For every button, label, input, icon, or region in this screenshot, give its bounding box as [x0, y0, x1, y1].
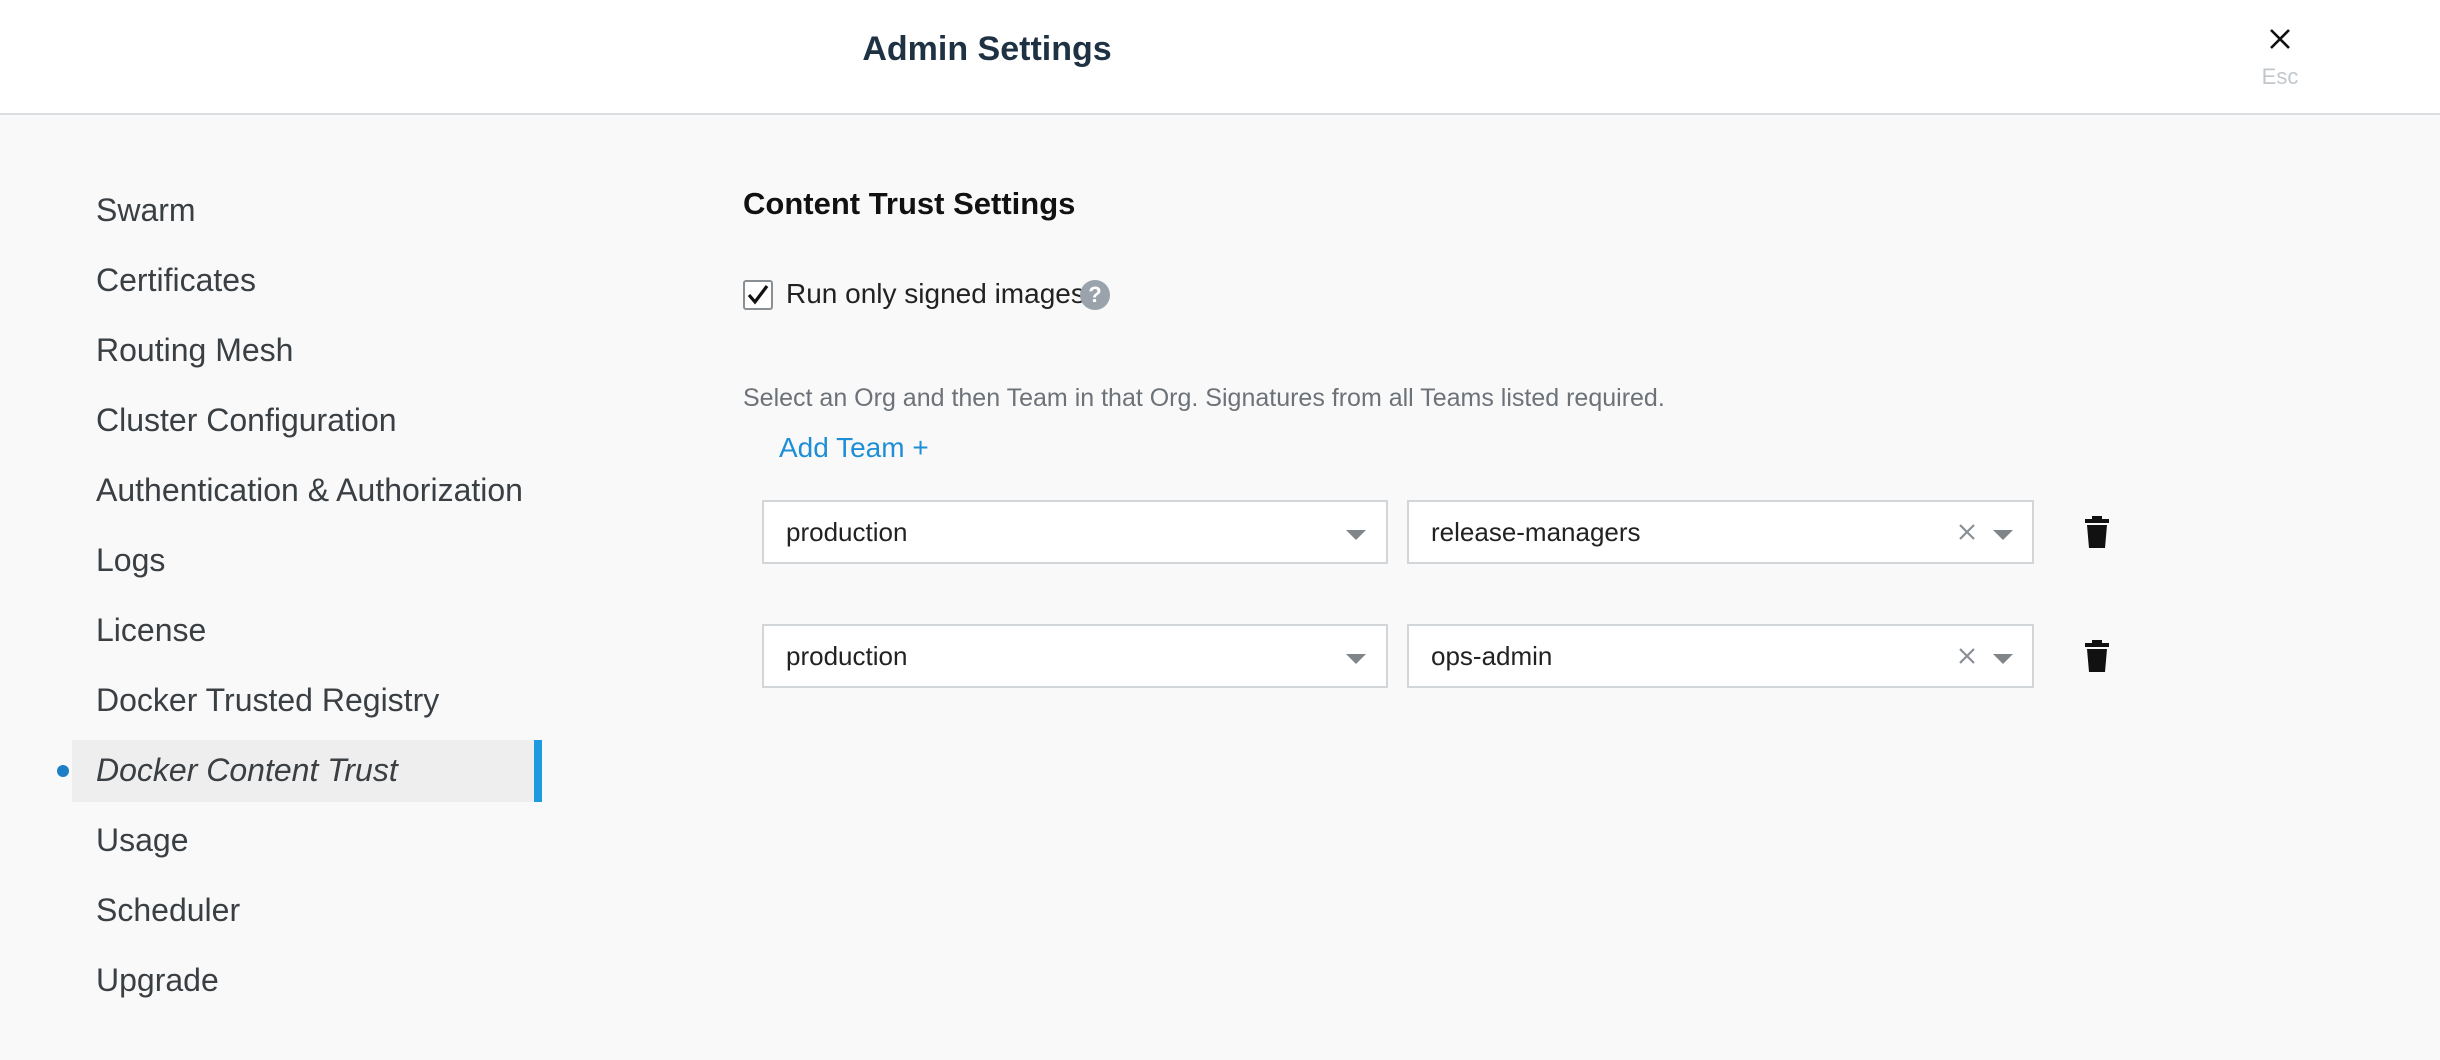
sidebar-item-label: Certificates [96, 262, 257, 298]
clear-icon[interactable] [1957, 522, 1977, 542]
chevron-down-icon [1993, 654, 2013, 664]
org-select[interactable]: production [762, 500, 1388, 564]
signed-images-checkbox[interactable] [743, 280, 773, 310]
sidebar-item-label: Docker Content Trust [96, 752, 398, 788]
clear-icon[interactable] [1957, 646, 1977, 666]
sidebar-item-label: Swarm [96, 192, 196, 228]
team-select[interactable]: release-managers [1407, 500, 2034, 564]
sidebar-item-swarm[interactable]: Swarm [72, 180, 538, 242]
sidebar-item-label: Cluster Configuration [96, 402, 397, 438]
sidebar-item-label: Authentication & Authorization [96, 472, 523, 508]
sidebar-item-label: Upgrade [96, 962, 219, 998]
chevron-down-icon [1993, 530, 2013, 540]
org-select-value: production [786, 517, 908, 547]
active-indicator-bar [534, 740, 542, 802]
sidebar-item-cluster-configuration[interactable]: Cluster Configuration [72, 390, 538, 452]
page-title: Admin Settings [862, 30, 1112, 68]
header: Admin Settings Esc [0, 0, 2440, 115]
team-select[interactable]: ops-admin [1407, 624, 2034, 688]
team-hint: Select an Org and then Team in that Org.… [743, 384, 1665, 412]
check-icon [747, 285, 769, 305]
team-select-value: ops-admin [1431, 641, 1553, 671]
sidebar-item-authentication-authorization[interactable]: Authentication & Authorization [72, 460, 538, 522]
add-team-button[interactable]: Add Team + [779, 432, 929, 464]
sidebar-item-usage[interactable]: Usage [72, 810, 538, 872]
sidebar-item-label: License [96, 612, 207, 648]
org-select[interactable]: production [762, 624, 1388, 688]
close-icon [2270, 29, 2290, 49]
org-select-value: production [786, 641, 908, 671]
section-title: Content Trust Settings [743, 186, 1076, 221]
sidebar-item-scheduler[interactable]: Scheduler [72, 880, 538, 942]
trash-icon[interactable] [2084, 640, 2110, 672]
signed-images-label: Run only signed images [786, 278, 1085, 309]
sidebar-item-certificates[interactable]: Certificates [72, 250, 538, 312]
sidebar-item-docker-trusted-registry[interactable]: Docker Trusted Registry [72, 670, 538, 732]
chevron-down-icon [1346, 654, 1366, 664]
sidebar-item-logs[interactable]: Logs [72, 530, 538, 592]
team-select-value: release-managers [1431, 517, 1641, 547]
trash-icon[interactable] [2084, 516, 2110, 548]
sidebar-item-label: Usage [96, 822, 189, 858]
help-icon[interactable]: ? [1080, 280, 1110, 310]
sidebar-item-label: Docker Trusted Registry [96, 682, 440, 718]
close-button[interactable]: Esc [2240, 16, 2320, 96]
sidebar-item-label: Logs [96, 542, 166, 578]
sidebar-item-license[interactable]: License [72, 600, 538, 662]
sidebar-item-upgrade[interactable]: Upgrade [72, 950, 538, 1012]
active-indicator-dot [57, 765, 69, 777]
chevron-down-icon [1346, 530, 1366, 540]
sidebar-item-label: Scheduler [96, 892, 241, 928]
esc-hint: Esc [2261, 64, 2299, 89]
sidebar-item-routing-mesh[interactable]: Routing Mesh [72, 320, 538, 382]
sidebar-item-label: Routing Mesh [96, 332, 294, 368]
sidebar-item-docker-content-trust[interactable]: Docker Content Trust [72, 740, 542, 802]
